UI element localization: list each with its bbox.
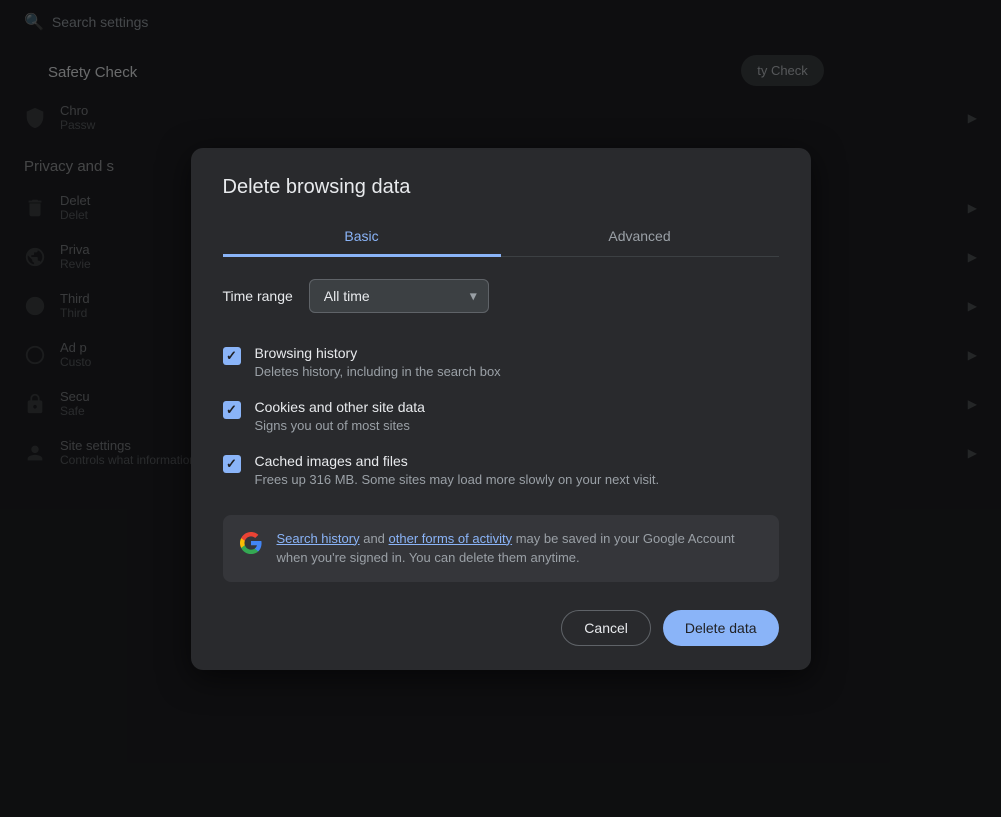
delete-browsing-data-dialog: Delete browsing data Basic Advanced Time… — [191, 148, 811, 670]
cached-title: Cached images and files — [255, 453, 660, 469]
tab-basic[interactable]: Basic — [223, 218, 501, 257]
time-range-label: Time range — [223, 288, 293, 304]
browsing-history-title: Browsing history — [255, 345, 501, 361]
dialog-actions: Cancel Delete data — [223, 610, 779, 646]
time-range-row: Time range Last hour Last 24 hours Last … — [223, 279, 779, 313]
cookies-title: Cookies and other site data — [255, 399, 425, 415]
tab-advanced[interactable]: Advanced — [501, 218, 779, 257]
cookies-item: ✓ Cookies and other site data Signs you … — [223, 389, 779, 443]
browsing-history-checkbox[interactable]: ✓ — [223, 347, 241, 365]
google-info-box: Search history and other forms of activi… — [223, 515, 779, 582]
cached-text: Cached images and files Frees up 316 MB.… — [255, 453, 660, 487]
search-history-link[interactable]: Search history — [277, 531, 360, 546]
cancel-button[interactable]: Cancel — [561, 610, 651, 646]
google-info-text: Search history and other forms of activi… — [277, 529, 763, 568]
browsing-history-text: Browsing history Deletes history, includ… — [255, 345, 501, 379]
time-range-select[interactable]: Last hour Last 24 hours Last 7 days Last… — [309, 279, 489, 313]
other-activity-link[interactable]: other forms of activity — [389, 531, 513, 546]
dialog-tabs: Basic Advanced — [223, 217, 779, 257]
google-logo — [239, 531, 263, 555]
google-g-icon — [239, 531, 263, 555]
cookies-subtitle: Signs you out of most sites — [255, 418, 425, 433]
cached-subtitle: Frees up 316 MB. Some sites may load mor… — [255, 472, 660, 487]
delete-data-button[interactable]: Delete data — [663, 610, 779, 646]
cached-checkbox[interactable]: ✓ — [223, 455, 241, 473]
browsing-history-subtitle: Deletes history, including in the search… — [255, 364, 501, 379]
dialog-title: Delete browsing data — [223, 176, 779, 199]
google-info-and: and — [363, 531, 388, 546]
modal-overlay: Delete browsing data Basic Advanced Time… — [0, 0, 1001, 817]
cached-item: ✓ Cached images and files Frees up 316 M… — [223, 443, 779, 497]
time-range-select-wrapper[interactable]: Last hour Last 24 hours Last 7 days Last… — [309, 279, 489, 313]
cookies-checkbox[interactable]: ✓ — [223, 401, 241, 419]
browsing-history-item: ✓ Browsing history Deletes history, incl… — [223, 335, 779, 389]
cookies-text: Cookies and other site data Signs you ou… — [255, 399, 425, 433]
